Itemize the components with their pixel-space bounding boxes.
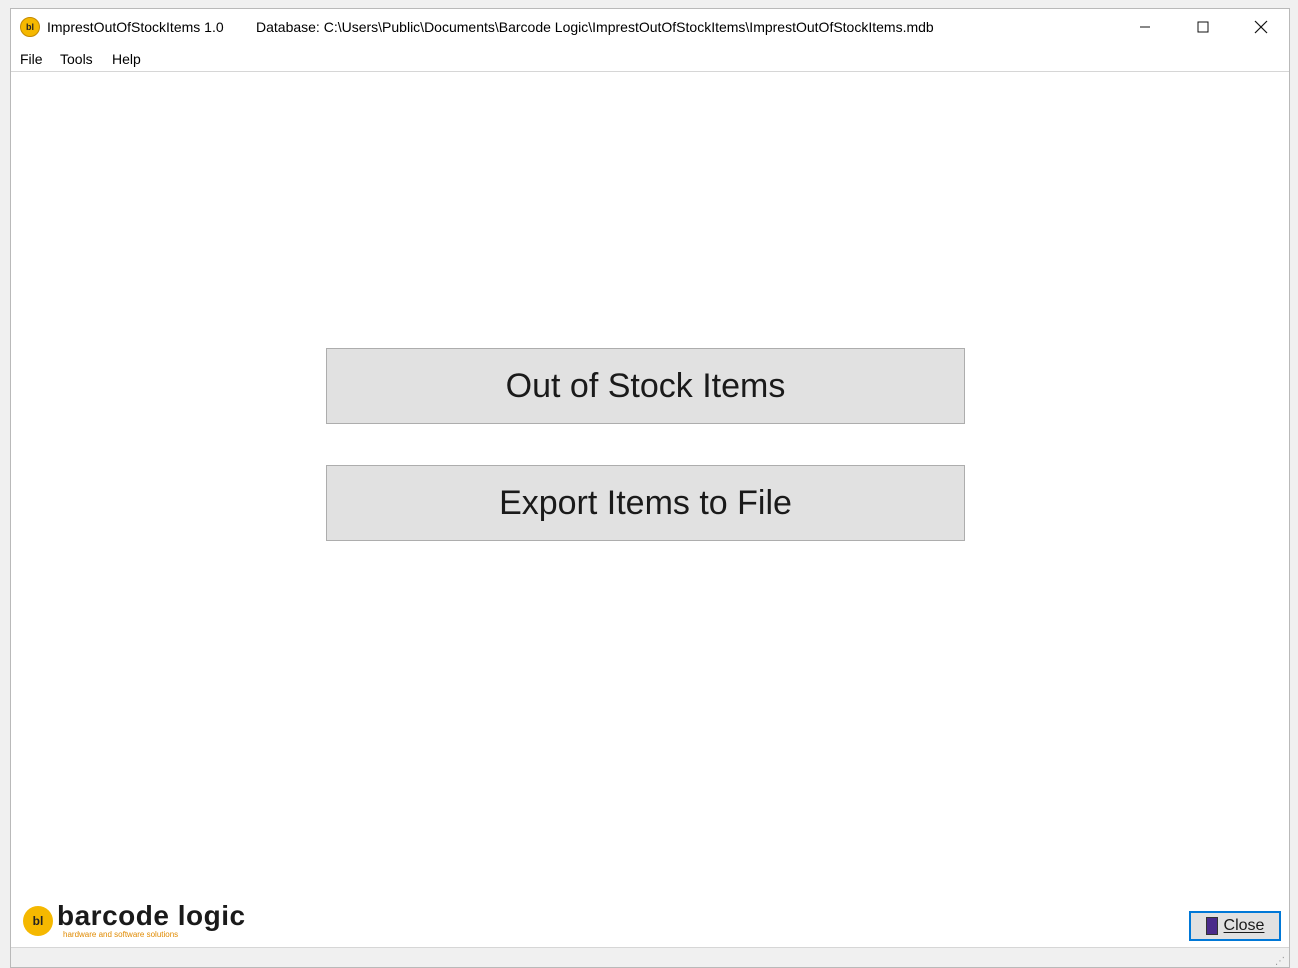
out-of-stock-items-button[interactable]: Out of Stock Items xyxy=(326,348,965,424)
minimize-button[interactable] xyxy=(1117,9,1173,45)
window-close-button[interactable] xyxy=(1233,9,1289,45)
minimize-icon xyxy=(1140,26,1150,28)
status-bar: ⋰ xyxy=(11,947,1289,967)
close-button-label: Close xyxy=(1223,917,1265,934)
door-icon xyxy=(1205,917,1218,935)
menu-file[interactable]: File xyxy=(20,51,43,67)
title-bar[interactable]: bl ImprestOutOfStockItems 1.0 Database: … xyxy=(11,9,1289,47)
app-icon: bl xyxy=(20,17,40,37)
maximize-icon xyxy=(1197,21,1209,33)
barcode-logic-logo: bl barcode logic hardware and software s… xyxy=(23,900,283,942)
export-items-button[interactable]: Export Items to File xyxy=(326,465,965,541)
close-button[interactable]: Close xyxy=(1189,911,1281,941)
logo-mark: bl xyxy=(23,906,53,936)
logo-tagline: hardware and software solutions xyxy=(63,930,179,939)
resize-grip-icon[interactable]: ⋰ xyxy=(1275,956,1285,967)
close-icon xyxy=(1254,20,1268,34)
window-title: ImprestOutOfStockItems 1.0 xyxy=(47,19,224,35)
app-window: bl ImprestOutOfStockItems 1.0 Database: … xyxy=(10,8,1290,968)
menu-help[interactable]: Help xyxy=(112,51,141,67)
logo-wordmark: barcode logic xyxy=(57,900,246,931)
maximize-button[interactable] xyxy=(1175,9,1231,45)
database-path: Database: C:\Users\Public\Documents\Barc… xyxy=(256,19,934,35)
menu-bar: File Tools Help xyxy=(11,47,1289,72)
main-panel: Out of Stock Items Export Items to File … xyxy=(11,72,1289,947)
menu-tools[interactable]: Tools xyxy=(60,51,93,67)
